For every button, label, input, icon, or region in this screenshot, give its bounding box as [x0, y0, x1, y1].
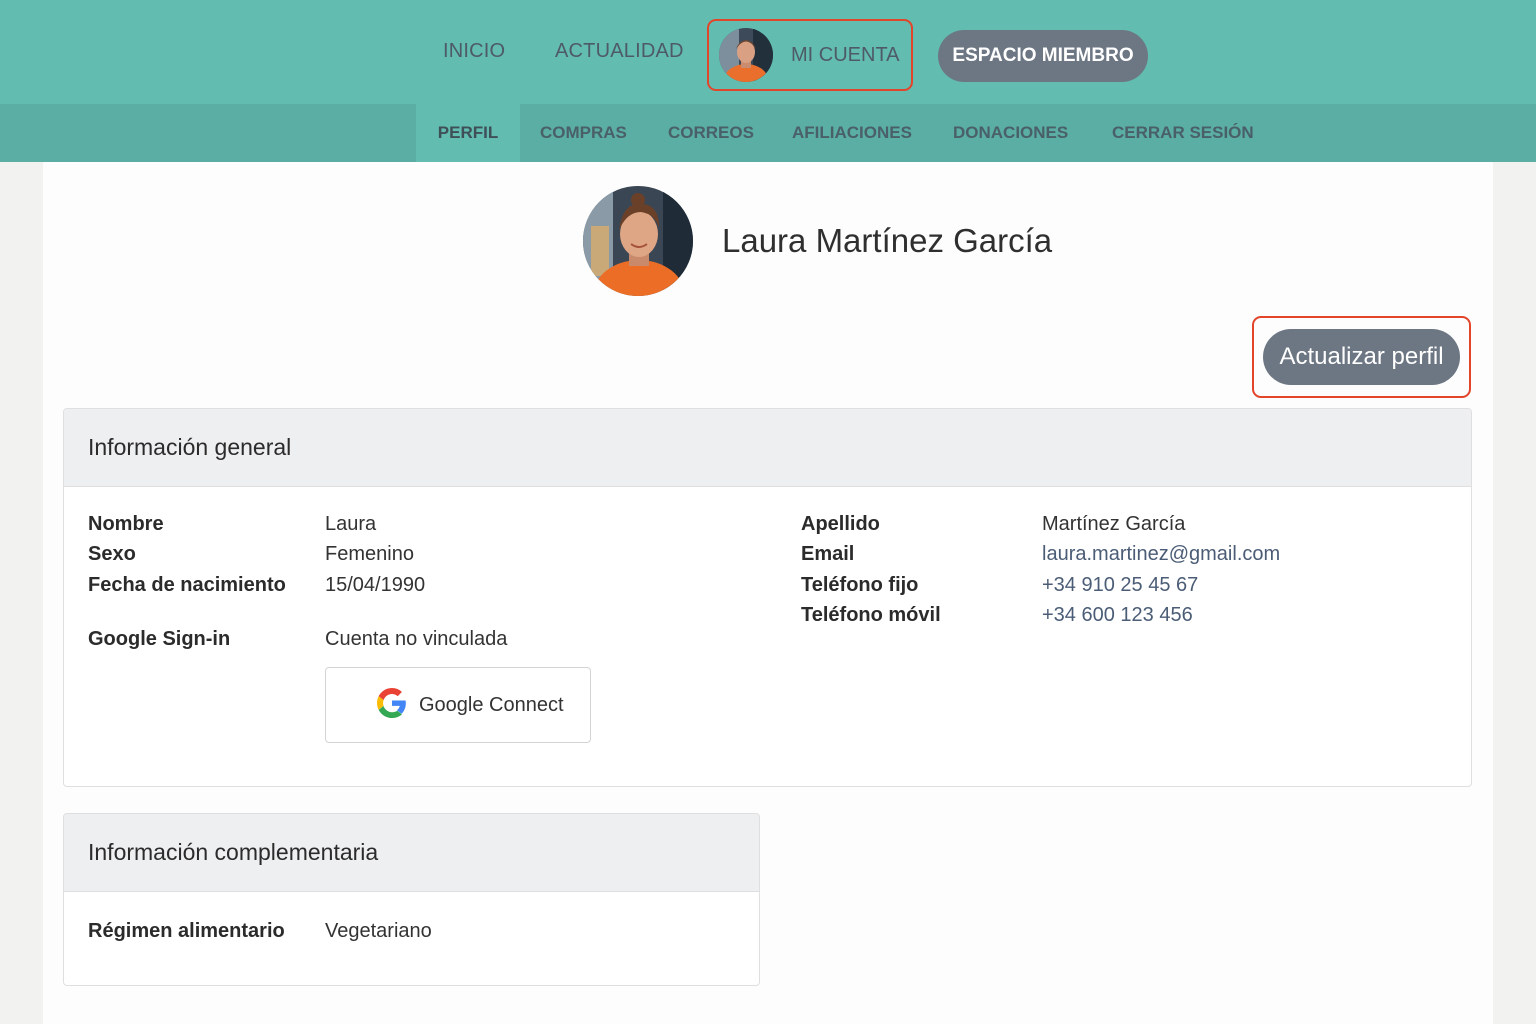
- subnav-compras[interactable]: COMPRAS: [540, 104, 627, 162]
- telefono-fijo-link[interactable]: +34 910 25 45 67: [1042, 574, 1198, 597]
- panel-informacion-complementaria: Información complementaria: [63, 813, 760, 986]
- profile-avatar: [583, 186, 693, 296]
- sub-navigation-bar: PERFIL COMPRAS CORREOS AFILIACIONES DONA…: [0, 104, 1536, 162]
- profile-name: Laura Martínez García: [722, 222, 1053, 259]
- field-label-apellido: Apellido: [801, 513, 880, 535]
- nav-mi-cuenta[interactable]: MI CUENTA: [707, 19, 913, 91]
- field-label-google-sign-in: Google Sign-in: [88, 628, 231, 650]
- email-link[interactable]: laura.martinez@gmail.com: [1042, 543, 1280, 566]
- google-connect-label: Google Connect: [419, 693, 564, 716]
- field-value-apellido: Martínez García: [1042, 513, 1186, 535]
- panel-informacion-general: Información general: [63, 408, 1472, 787]
- field-value-google-sign-in: Cuenta no vinculada: [325, 628, 508, 650]
- field-label-sexo: Sexo: [88, 543, 136, 565]
- field-value-regimen-alimentario: Vegetariano: [325, 920, 432, 942]
- field-value-sexo: Femenino: [325, 543, 414, 565]
- user-avatar: [719, 28, 773, 82]
- top-navigation-bar: INICIO ACTUALIDAD MI CUENTA ESPACIO MIEM…: [0, 0, 1536, 104]
- field-label-fecha-nacimiento: Fecha de nacimiento: [88, 574, 286, 596]
- field-label-email: Email: [801, 543, 855, 565]
- panel-title: Información general: [64, 409, 1471, 487]
- google-g-icon: [377, 687, 407, 723]
- subnav-donaciones[interactable]: DONACIONES: [953, 104, 1068, 162]
- google-connect-button[interactable]: Google Connect: [325, 667, 591, 743]
- field-label-nombre: Nombre: [88, 513, 164, 535]
- field-label-telefono-movil: Teléfono móvil: [801, 604, 941, 626]
- subnav-correos[interactable]: CORREOS: [668, 104, 754, 162]
- field-value-fecha-nacimiento: 15/04/1990: [325, 574, 426, 596]
- field-value-nombre: Laura: [325, 513, 377, 535]
- actualizar-perfil-button[interactable]: Actualizar perfil: [1263, 329, 1460, 385]
- nav-inicio[interactable]: INICIO: [443, 40, 505, 70]
- subnav-perfil[interactable]: PERFIL: [416, 104, 520, 162]
- nav-actualidad[interactable]: ACTUALIDAD: [555, 40, 684, 70]
- field-label-telefono-fijo: Teléfono fijo: [801, 574, 919, 596]
- main-nav: INICIO ACTUALIDAD MI CUENTA ESPACIO MIEM…: [0, 0, 1536, 104]
- nav-mi-cuenta-label: MI CUENTA: [791, 43, 900, 66]
- subnav-afiliaciones[interactable]: AFILIACIONES: [792, 104, 912, 162]
- panel-title: Información complementaria: [64, 814, 759, 892]
- subnav-cerrar-sesion[interactable]: CERRAR SESIÓN: [1112, 104, 1254, 162]
- espacio-miembro-button[interactable]: ESPACIO MIEMBRO: [938, 30, 1148, 82]
- field-label-regimen-alimentario: Régimen alimentario: [88, 920, 285, 942]
- telefono-movil-link[interactable]: +34 600 123 456: [1042, 604, 1193, 627]
